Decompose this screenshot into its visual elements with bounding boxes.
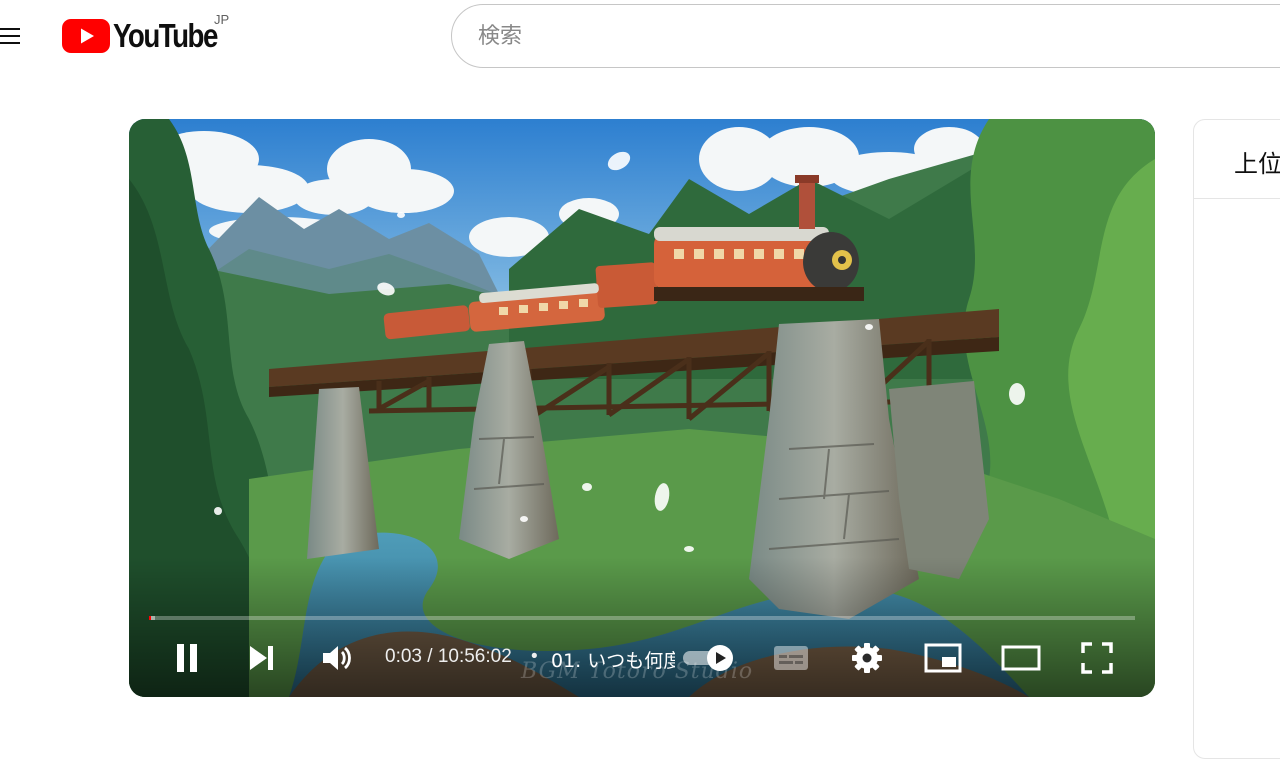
settings-button[interactable]: [845, 636, 889, 680]
side-panel-divider: [1194, 198, 1280, 199]
video-player[interactable]: BGM Totoro Studio 0:03 / 10:56:02 • 01. …: [129, 119, 1155, 697]
side-panel-title[interactable]: 上位: [1234, 144, 1280, 179]
volume-icon: [323, 646, 351, 670]
chapter-separator: •: [531, 646, 538, 667]
progress-bar[interactable]: [149, 616, 1135, 620]
subtitles-icon: [774, 646, 808, 670]
autoplay-icon: [683, 645, 733, 671]
chapter-title[interactable]: 01. いつも何度でも: [551, 646, 675, 673]
menu-icon[interactable]: [0, 22, 24, 50]
pause-icon: [177, 644, 197, 672]
time-display: 0:03 / 10:56:02: [385, 646, 512, 667]
side-panel: 上位: [1193, 119, 1280, 759]
subtitles-button[interactable]: [769, 636, 813, 680]
search-box[interactable]: [451, 4, 1280, 68]
youtube-play-logo-icon: [62, 19, 110, 53]
gear-icon: [852, 643, 882, 673]
autoplay-toggle[interactable]: [681, 645, 735, 671]
next-button[interactable]: [239, 636, 283, 680]
fullscreen-button[interactable]: [1075, 636, 1119, 680]
progress-played: [149, 616, 151, 620]
theater-mode-button[interactable]: [997, 636, 1045, 680]
miniplayer-icon: [924, 643, 962, 673]
youtube-logo[interactable]: YouTube: [62, 17, 237, 54]
volume-button[interactable]: [315, 636, 359, 680]
logo-text: YouTube: [113, 17, 218, 54]
masthead: YouTube JP: [0, 0, 1280, 72]
next-icon: [250, 646, 273, 670]
miniplayer-button[interactable]: [921, 636, 965, 680]
search-input[interactable]: [478, 5, 1258, 67]
pause-button[interactable]: [165, 636, 209, 680]
theater-mode-icon: [1001, 645, 1041, 671]
fullscreen-icon: [1081, 642, 1113, 674]
country-code: JP: [214, 12, 230, 27]
